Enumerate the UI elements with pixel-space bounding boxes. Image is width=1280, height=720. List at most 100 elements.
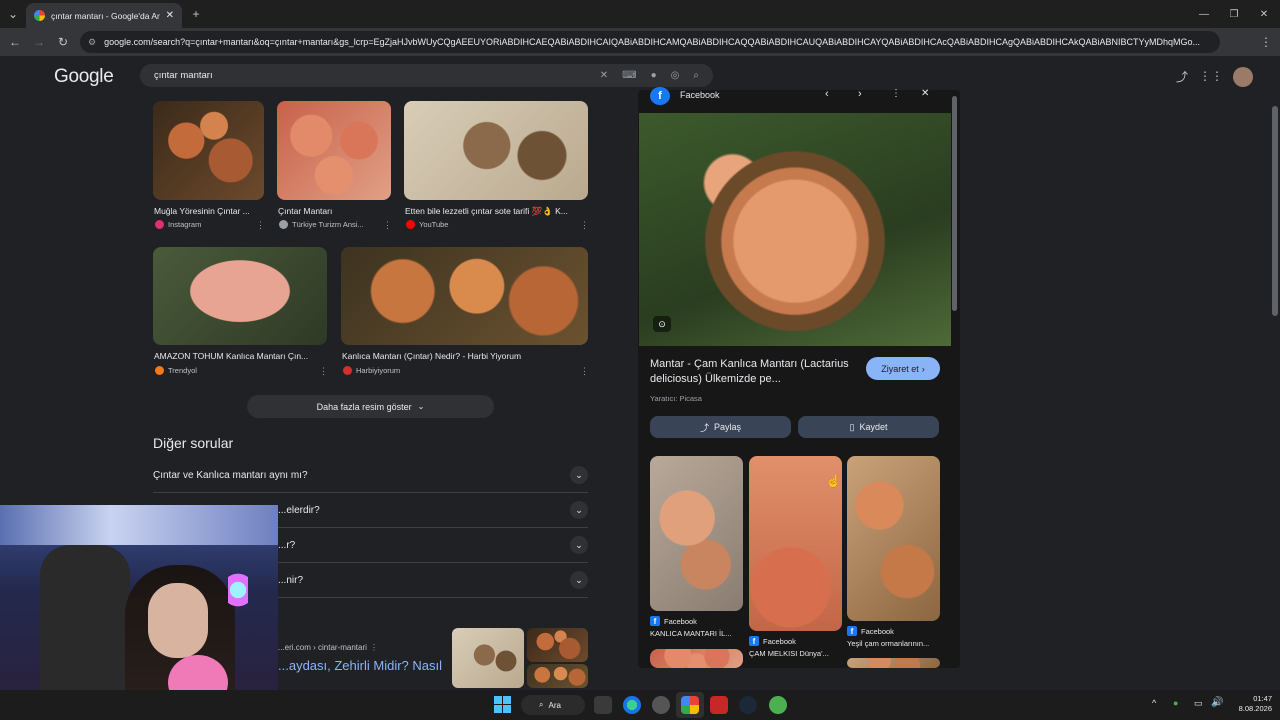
browser-tab[interactable]: çıntar mantarı - Google'da Ara ✕	[26, 3, 182, 28]
taskbar-search[interactable]: ⌕ Ara	[521, 695, 585, 715]
account-avatar[interactable]	[1233, 67, 1253, 87]
image-result-thumb[interactable]	[404, 101, 588, 200]
result-title-link[interactable]: ...aydası, Zehirli Midir? Nasıl	[278, 658, 443, 673]
google-favicon-icon	[34, 10, 45, 21]
search-icon: ⌕	[539, 700, 544, 709]
share-icon[interactable]: ⤴	[1172, 66, 1192, 86]
paa-question[interactable]: Çıntar ve Kanlıca mantarı aynı mı? ⌄	[153, 458, 588, 493]
image-caption[interactable]: Çıntar Mantarı	[278, 206, 388, 216]
related-image[interactable]	[650, 649, 743, 668]
result-thumb[interactable]	[527, 664, 588, 688]
light-decoration	[228, 565, 248, 615]
chevron-down-icon[interactable]: ⌄	[570, 536, 588, 554]
related-image[interactable]	[847, 658, 940, 668]
windows-start-icon[interactable]	[494, 696, 511, 713]
media-app-icon[interactable]	[710, 696, 728, 714]
address-bar[interactable]: ⚙ google.com/search?q=çıntar+mantarı&oq=…	[80, 31, 1220, 53]
app-icon[interactable]	[769, 696, 787, 714]
image-source: YouTube	[406, 220, 448, 229]
chrome-menu-icon[interactable]: ⋮	[1256, 32, 1276, 52]
clock[interactable]: 01:47 8.08.2026	[1228, 694, 1272, 714]
clear-icon[interactable]: ✕	[600, 70, 608, 81]
lens-icon[interactable]: ◎	[671, 70, 680, 81]
image-caption[interactable]: Muğla Yöresinin Çıntar ...	[154, 206, 262, 216]
more-images-button[interactable]: Daha fazla resim göster ⌄	[247, 395, 494, 418]
instagram-icon	[155, 220, 164, 229]
visit-button[interactable]: Ziyaret et ›	[866, 357, 940, 380]
more-options-icon[interactable]: ⋮	[580, 220, 589, 231]
image-caption[interactable]: AMAZON TOHUM Kanlıca Mantarı Çın...	[154, 351, 326, 361]
panel-scrollbar[interactable]	[952, 96, 957, 311]
image-result-thumb[interactable]	[153, 101, 264, 200]
site-info-icon[interactable]: ⚙	[88, 37, 96, 48]
tab-title: çıntar mantarı - Google'da Ara	[51, 10, 160, 21]
related-caption[interactable]: ÇAM MELKISI Dünya'...	[749, 649, 841, 658]
trendyol-icon	[155, 366, 164, 375]
save-label: Kaydet	[859, 422, 888, 432]
save-button[interactable]: ▯ Kaydet	[798, 416, 939, 438]
taskbar-search-label: Ara	[548, 700, 561, 710]
related-caption[interactable]: KANLICA MANTARI İL...	[650, 629, 742, 638]
chevron-down-icon[interactable]: ⌄	[570, 571, 588, 589]
network-icon[interactable]: ▭	[1194, 698, 1203, 709]
source-label: Harbiyiyorum	[356, 366, 401, 375]
chrome-icon[interactable]	[681, 696, 699, 714]
cursor-hand-icon: ☝	[826, 474, 841, 488]
restore-icon[interactable]: ❐	[1224, 4, 1244, 24]
search-input[interactable]: çıntar mantarı	[154, 70, 586, 81]
preview-title[interactable]: Mantar - Çam Kanlıca Mantarı (Lactarius …	[650, 357, 855, 389]
clock-date: 8.08.2026	[1238, 704, 1272, 713]
image-result-thumb[interactable]	[277, 101, 391, 200]
steam-icon[interactable]	[739, 696, 757, 714]
result-thumb[interactable]	[527, 628, 588, 662]
apps-grid-icon[interactable]: ⋮⋮	[1199, 66, 1223, 86]
more-options-icon[interactable]: ⋮	[383, 220, 392, 231]
keyboard-icon[interactable]: ⌨	[622, 70, 636, 81]
facebook-icon: f	[749, 636, 759, 646]
more-options-icon[interactable]: ⋮	[256, 220, 265, 231]
forward-icon[interactable]: →	[29, 32, 49, 52]
volume-icon[interactable]: 🔊	[1211, 697, 1223, 708]
tab-search-icon[interactable]: ⌄	[3, 4, 23, 24]
more-options-icon[interactable]: ⋮	[891, 88, 901, 99]
preview-image[interactable]	[639, 113, 951, 346]
more-options-icon[interactable]: ⋮	[319, 366, 328, 377]
more-options-icon[interactable]: ⋮	[370, 643, 378, 652]
more-options-icon[interactable]: ⋮	[580, 366, 589, 377]
related-image[interactable]	[847, 456, 940, 621]
visit-label: Ziyaret et	[881, 363, 919, 374]
app-icon[interactable]	[652, 696, 670, 714]
related-caption[interactable]: Yeşil çam ormanlarının...	[847, 639, 939, 648]
mic-icon[interactable]: ●	[651, 70, 657, 81]
related-image[interactable]	[650, 456, 743, 611]
next-image-icon[interactable]: ›	[858, 88, 862, 100]
minimize-icon[interactable]: —	[1194, 4, 1214, 24]
task-view-icon[interactable]	[594, 696, 612, 714]
back-icon[interactable]: ←	[5, 32, 25, 52]
search-box[interactable]: çıntar mantarı ✕ ⌨ ● ◎ ⌕	[140, 64, 713, 87]
chevron-down-icon[interactable]: ⌄	[570, 466, 588, 484]
prev-image-icon[interactable]: ‹	[825, 88, 829, 100]
new-tab-icon[interactable]: +	[186, 4, 206, 24]
image-caption[interactable]: Kanlıca Mantarı (Çıntar) Nedir? - Harbi …	[342, 351, 582, 361]
image-result-thumb[interactable]	[341, 247, 588, 345]
google-logo[interactable]: Google	[54, 66, 114, 88]
lens-search-icon[interactable]: ⊙	[653, 316, 671, 332]
chevron-down-icon[interactable]: ⌄	[570, 501, 588, 519]
panel-source[interactable]: Facebook	[680, 90, 720, 100]
close-window-icon[interactable]: ✕	[1254, 4, 1274, 24]
image-caption[interactable]: Etten bile lezzetli çıntar sote tarifi 💯…	[405, 206, 587, 217]
mic-tray-icon[interactable]: ●	[1173, 698, 1178, 708]
share-button[interactable]: ⤴ Paylaş	[650, 416, 791, 438]
scrollbar-thumb[interactable]	[1272, 106, 1278, 316]
search-icon[interactable]: ⌕	[693, 70, 699, 81]
result-thumb[interactable]	[452, 628, 524, 688]
image-result-thumb[interactable]	[153, 247, 327, 345]
close-tab-icon[interactable]: ✕	[166, 10, 174, 21]
page-scrollbar[interactable]	[1270, 56, 1280, 690]
bookmark-icon: ▯	[849, 421, 855, 432]
reload-icon[interactable]: ↻	[53, 32, 73, 52]
close-panel-icon[interactable]: ✕	[921, 88, 929, 99]
tray-chevron-icon[interactable]: ^	[1152, 698, 1156, 708]
edge-icon[interactable]	[623, 696, 641, 714]
